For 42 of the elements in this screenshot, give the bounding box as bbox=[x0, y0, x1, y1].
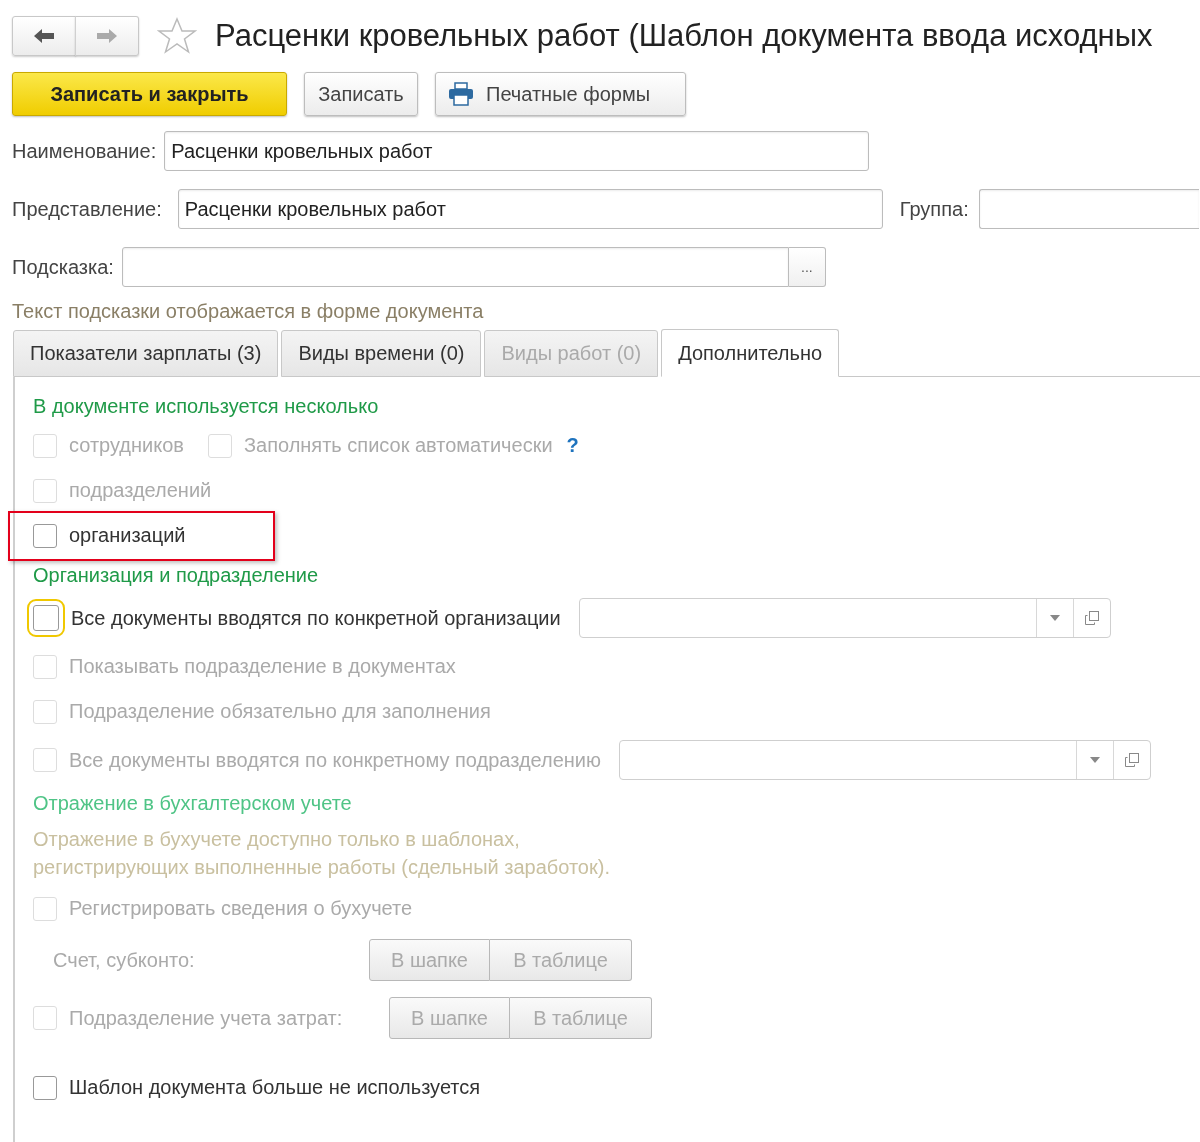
option-label: Счет, субконто: bbox=[53, 948, 196, 972]
option-label: Подразделение учета затрат: bbox=[69, 1006, 344, 1030]
field-label: Подсказка: bbox=[12, 255, 114, 279]
checkbox-label: Заполнять список автоматически bbox=[243, 434, 553, 457]
checkbox-label: подразделений bbox=[69, 479, 212, 502]
section-heading: В документе используется несколько bbox=[33, 394, 379, 418]
field-label: Группа: bbox=[899, 197, 969, 221]
checkbox-label: Регистрировать сведения о бухучете bbox=[69, 897, 413, 920]
checkbox-label: Все документы вводятся по конкретной организации bbox=[71, 606, 561, 630]
tab[interactable]: Виды времени (0) bbox=[281, 330, 482, 377]
checkbox-label: Показывать подразделение в документах bbox=[69, 655, 456, 678]
checkbox-label: организаций bbox=[69, 524, 186, 547]
select-button[interactable]: ... bbox=[788, 247, 826, 287]
printer-icon bbox=[448, 82, 474, 106]
save-close-button[interactable]: Записать и закрыть bbox=[12, 72, 287, 116]
checkbox-label: Шаблон документа больше не используется bbox=[69, 1076, 481, 1099]
checkbox-label: Все документы вводятся по конкретному подразделению bbox=[69, 748, 602, 772]
checkbox[interactable] bbox=[33, 1075, 57, 1100]
tab[interactable]: Дополнительно bbox=[661, 329, 840, 377]
checkbox[interactable] bbox=[33, 523, 57, 548]
back-button[interactable] bbox=[12, 16, 76, 56]
window-title: Расценки кровельных работ (Шаблон документа ввода исходных bbox=[215, 18, 1153, 54]
checkbox-label: Подразделение обязательно для заполнения bbox=[69, 700, 491, 723]
save-button[interactable]: Записать bbox=[304, 72, 418, 116]
star-icon[interactable] bbox=[157, 17, 197, 55]
group-field[interactable] bbox=[978, 189, 1199, 229]
field-label: Представление: bbox=[12, 197, 162, 221]
print-button[interactable]: Печатные формы bbox=[435, 72, 686, 116]
right-arrow-icon bbox=[95, 27, 119, 45]
tab[interactable]: Показатели зарплаты (3) bbox=[13, 330, 279, 377]
left-arrow-icon bbox=[32, 27, 56, 45]
name-field[interactable]: Расценки кровельных работ bbox=[164, 131, 870, 171]
section-heading: Отражение в бухгалтерском учете bbox=[33, 791, 352, 815]
dropdown-field[interactable] bbox=[578, 598, 1111, 638]
section-heading: Организация и подразделение bbox=[33, 563, 319, 587]
field-label: Наименование: bbox=[12, 139, 157, 163]
help-link[interactable]: ? bbox=[566, 434, 579, 457]
hint-field[interactable] bbox=[121, 247, 789, 287]
checkbox-label: сотрудников bbox=[69, 434, 184, 457]
presentation-field[interactable]: Расценки кровельных работ bbox=[177, 189, 883, 229]
info-text: Отражение в бухучете доступно только в шаблонах, регистрирующих выполненные работы (сдельный заработок). bbox=[33, 827, 610, 880]
hint-text: Текст подсказки отображается в форме документа bbox=[11, 299, 485, 324]
